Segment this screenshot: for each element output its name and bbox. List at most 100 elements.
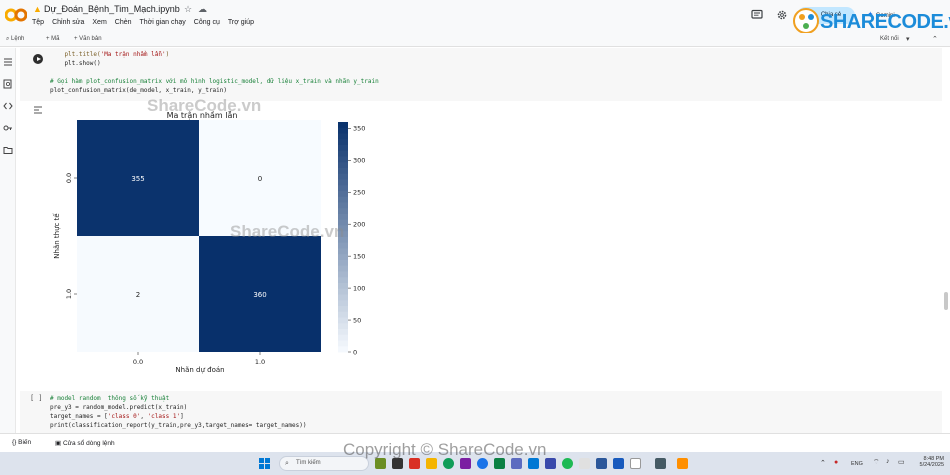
files-folder-icon[interactable]	[3, 145, 13, 155]
menu-file[interactable]: Tệp	[32, 19, 44, 26]
drive-icon: ▲	[33, 4, 42, 14]
colorbar-segment	[338, 306, 348, 313]
colab-logo[interactable]	[5, 8, 27, 22]
code-line: plt.title('Ma trận nhầm lẫn')	[50, 51, 170, 58]
taskbar-app-icon[interactable]	[613, 458, 624, 469]
code-line: plot_confusion_matrix(de_model, x_train,…	[50, 87, 228, 94]
colorbar-segment	[338, 168, 348, 175]
colorbar-segment	[338, 260, 348, 267]
copyright-watermark: Copyright © ShareCode.vn	[343, 440, 547, 459]
code-comment: # Gọi hàm plot_confusion_matrix với mô h…	[50, 78, 379, 85]
notebook-title[interactable]: Dự_Đoán_Bệnh_Tim_Mạch.ipynb	[44, 4, 180, 14]
search-icon: ⌕	[285, 460, 289, 467]
add-code-button[interactable]: + Mã	[46, 36, 60, 42]
star-icon[interactable]: ☆	[184, 4, 192, 15]
menu-bar: Tệp Chỉnh sửa Xem Chèn Thời gian chạy Cô…	[32, 19, 254, 26]
find-icon[interactable]	[3, 79, 13, 89]
colorbar-segment	[338, 185, 348, 192]
cell-value-label: 360	[253, 291, 266, 299]
watermark-text: ShareCode.vn	[147, 96, 262, 115]
colorbar-segment	[338, 162, 348, 169]
terminal-label: Cửa sổ dòng lệnh	[62, 440, 115, 447]
cell-value-label: 0	[258, 175, 262, 183]
output-options-icon[interactable]	[33, 106, 43, 114]
colorbar-segment	[338, 248, 348, 255]
colorbar-segment	[338, 311, 348, 318]
tray-chevron-icon[interactable]: ⌃	[820, 459, 826, 467]
battery-icon[interactable]: ▭	[898, 458, 905, 466]
variables-button[interactable]: {} Biến	[12, 439, 31, 446]
menu-edit[interactable]: Chỉnh sửa	[52, 19, 84, 26]
commands-label: Lệnh	[11, 36, 25, 42]
volume-icon[interactable]: ♪	[886, 458, 890, 465]
taskbar-app-icon[interactable]	[630, 458, 641, 469]
code-line: plt.show()	[50, 60, 101, 67]
secrets-key-icon[interactable]	[3, 123, 13, 133]
comment-icon[interactable]	[751, 9, 763, 21]
colorbar-tick-label: 100	[353, 284, 365, 292]
cell-value-label: 355	[131, 175, 144, 183]
colorbar-segment	[338, 288, 348, 295]
colorbar-segment	[338, 145, 348, 152]
windows-start-icon[interactable]	[259, 458, 270, 469]
table-of-contents-icon[interactable]	[3, 57, 13, 67]
taskbar-app-icon[interactable]	[596, 458, 607, 469]
tray-app-icon[interactable]: ●	[834, 459, 838, 466]
colorbar-tick-label: 0	[353, 348, 357, 356]
watermark-text: ShareCode.vn	[230, 222, 345, 241]
left-sidebar	[0, 48, 16, 433]
colorbar-segment	[338, 317, 348, 324]
cell-value-label: 2	[136, 291, 140, 299]
colorbar-segment	[338, 283, 348, 290]
menu-insert[interactable]: Chèn	[115, 19, 132, 26]
colorbar-tick-label: 250	[353, 189, 365, 197]
menu-view[interactable]: Xem	[92, 19, 106, 26]
colorbar-segment	[338, 156, 348, 163]
code-snippets-icon[interactable]	[3, 101, 13, 111]
colorbar-segment	[338, 323, 348, 330]
taskbar-app-icon[interactable]	[655, 458, 666, 469]
language-indicator[interactable]: ENG	[851, 461, 863, 467]
colorbar-tick-label: 300	[353, 157, 365, 165]
commands-button[interactable]: ⌕ Lệnh	[6, 36, 24, 43]
menu-tools[interactable]: Công cụ	[194, 19, 220, 26]
colorbar-segment	[338, 294, 348, 301]
notebook-toolbar: ⌕ Lệnh + Mã + Văn bản Kết nối ▾ ⌃	[0, 33, 950, 47]
settings-gear-icon[interactable]	[776, 9, 788, 21]
colorbar-segment	[338, 265, 348, 272]
variables-label: Biến	[18, 439, 32, 446]
run-cell-button[interactable]: [ ]	[30, 394, 43, 402]
clock[interactable]: 8:48 PM 5/24/2025	[910, 456, 944, 468]
terminal-button[interactable]: ▣ Cửa sổ dòng lệnh	[55, 439, 115, 447]
colorbar-segment	[338, 133, 348, 140]
add-text-button[interactable]: + Văn bản	[74, 36, 102, 42]
menu-help[interactable]: Trợ giúp	[228, 19, 254, 26]
colorbar-segment	[338, 139, 348, 146]
code-line: pre_y3 = random_model.predict(x_train)	[50, 404, 188, 411]
x-tick-label: 1.0	[255, 358, 265, 366]
taskbar-app-icon[interactable]	[562, 458, 573, 469]
colorbar-segment	[338, 271, 348, 278]
colorbar-segment	[338, 329, 348, 336]
colorbar-segment	[338, 196, 348, 203]
y-tick-label: 0.0	[65, 173, 73, 183]
taskbar-app-icon[interactable]	[677, 458, 688, 469]
colorbar-segment	[338, 122, 348, 129]
sharecode-logo-text: SHARECODE.vn	[820, 11, 950, 33]
taskbar-app-icon[interactable]	[545, 458, 556, 469]
colorbar-segment	[338, 277, 348, 284]
colorbar-segment	[338, 179, 348, 186]
colorbar-tick-label: 350	[353, 125, 365, 133]
run-cell-button[interactable]	[33, 54, 43, 64]
colorbar-segment	[338, 346, 348, 353]
cloud-icon[interactable]: ☁	[198, 4, 207, 15]
scrollbar-thumb[interactable]	[944, 292, 948, 310]
menu-runtime[interactable]: Thời gian chạy	[140, 19, 186, 26]
colorbar-segment	[338, 254, 348, 261]
collapse-icon[interactable]: ⌃	[932, 35, 938, 43]
colorbar-tick-label: 200	[353, 221, 365, 229]
connect-dropdown-icon[interactable]: ▾	[906, 35, 910, 43]
wifi-icon[interactable]: ⌔	[873, 458, 880, 467]
taskbar-app-icon[interactable]	[579, 458, 590, 469]
connect-button[interactable]: Kết nối	[880, 36, 899, 42]
